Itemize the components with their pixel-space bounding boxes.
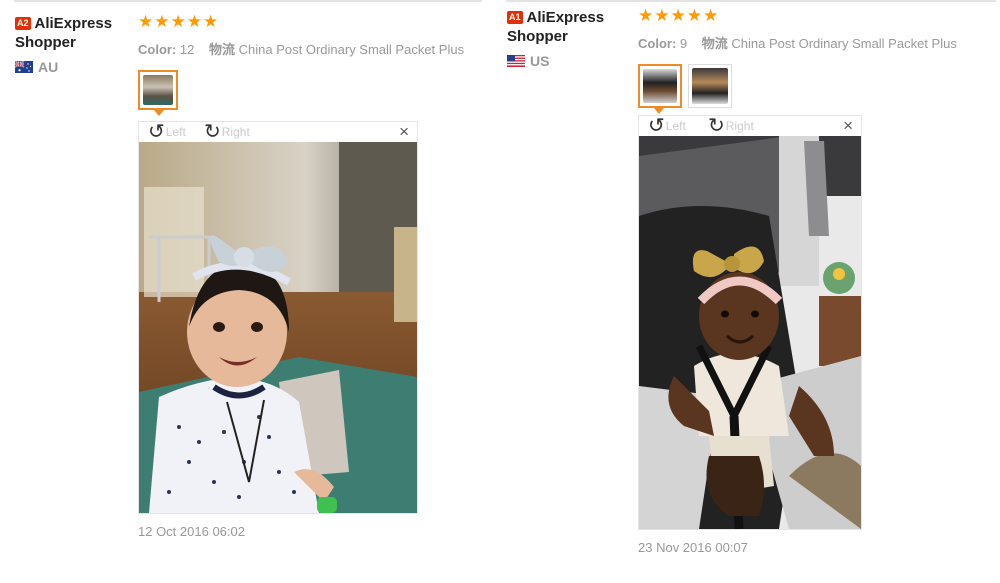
viewer-toolbar: ↺ Left ↻ Right ×	[639, 116, 861, 136]
star-icon: ★	[154, 12, 170, 31]
star-icon: ★	[170, 12, 186, 31]
star-icon: ★	[638, 6, 654, 25]
photo-thumbnail[interactable]	[688, 64, 732, 108]
review-body: ★ ★ ★ ★ ★ Color: 9 物流 China Post Ordinar…	[638, 0, 957, 555]
close-icon[interactable]: ×	[399, 123, 409, 141]
star-icon: ★	[686, 6, 702, 25]
level-badge: A1	[507, 11, 523, 24]
product-attributes: Color: 9 物流 China Post Ordinary Small Pa…	[638, 33, 957, 52]
baby-photo-image	[639, 136, 861, 529]
color-value: 9	[679, 36, 688, 51]
photo-thumbnail-selected[interactable]	[638, 64, 682, 114]
product-attributes: Color: 12 物流 China Post Ordinary Small P…	[138, 39, 464, 58]
star-rating: ★ ★ ★ ★ ★	[138, 13, 464, 31]
color-label: Color:	[138, 42, 177, 57]
shipping-label: 物流	[701, 36, 728, 51]
thumbnail-image	[643, 69, 677, 103]
photo-thumbnails	[638, 64, 957, 114]
country-code: US	[530, 53, 550, 69]
review-body: ★ ★ ★ ★ ★ Color: 12 物流 China Post Ordina…	[138, 0, 464, 539]
country-code: AU	[38, 59, 59, 75]
usa-flag-icon	[507, 55, 525, 67]
star-rating: ★ ★ ★ ★ ★	[638, 7, 957, 25]
photo-thumbnails	[138, 70, 464, 116]
baby-photo-image	[139, 142, 417, 513]
shipping-value: China Post Ordinary Small Packet Plus	[238, 42, 465, 57]
star-icon: ★	[138, 12, 154, 31]
rotate-left-icon: ↺	[648, 115, 665, 137]
rotate-right-button[interactable]: ↻ Right	[708, 116, 754, 136]
reviewer-country: AU	[15, 59, 135, 75]
shipping-value: China Post Ordinary Small Packet Plus	[731, 36, 957, 51]
review-card-2: A1 AliExpress Shopper US ★ ★ ★ ★ ★ Color:…	[507, 0, 997, 583]
rotate-left-icon: ↺	[148, 121, 165, 143]
reviewer-info: A2 AliExpress Shopper AU	[15, 14, 135, 75]
star-icon: ★	[670, 6, 686, 25]
star-icon: ★	[186, 12, 202, 31]
reviewer-name: A2 AliExpress Shopper	[15, 15, 113, 51]
viewer-toolbar: ↺ Left ↻ Right ×	[139, 122, 417, 142]
shipping-label: 物流	[209, 42, 236, 57]
photo-viewer: ↺ Left ↻ Right ×	[638, 115, 862, 530]
level-badge: A2	[15, 17, 31, 30]
review-card-1: A2 AliExpress Shopper AU ★ ★ ★ ★ ★ Color…	[15, 0, 505, 583]
close-icon[interactable]: ×	[843, 117, 853, 135]
photo-thumbnail-selected[interactable]	[138, 70, 178, 116]
rotate-right-icon: ↻	[204, 121, 221, 143]
reviewer-name: A1 AliExpress Shopper	[507, 9, 605, 45]
rotate-right-button[interactable]: ↻ Right	[204, 122, 250, 142]
rotate-right-icon: ↻	[708, 115, 725, 137]
rotate-left-button[interactable]: ↺ Left	[148, 122, 186, 142]
star-icon: ★	[703, 6, 719, 25]
review-photo	[639, 136, 861, 529]
review-date: 23 Nov 2016 00:07	[638, 540, 748, 555]
australia-flag-icon	[15, 61, 33, 73]
review-photo	[139, 142, 417, 513]
thumbnail-image	[692, 68, 728, 104]
thumbnail-image	[143, 75, 173, 105]
star-icon: ★	[203, 12, 219, 31]
photo-viewer: ↺ Left ↻ Right ×	[138, 121, 418, 514]
rotate-left-button[interactable]: ↺ Left	[648, 116, 686, 136]
star-icon: ★	[654, 6, 670, 25]
reviewer-country: US	[507, 53, 627, 69]
color-label: Color:	[638, 36, 677, 51]
color-value: 12	[179, 42, 195, 57]
review-date: 12 Oct 2016 06:02	[138, 524, 245, 539]
reviewer-info: A1 AliExpress Shopper US	[507, 8, 627, 69]
